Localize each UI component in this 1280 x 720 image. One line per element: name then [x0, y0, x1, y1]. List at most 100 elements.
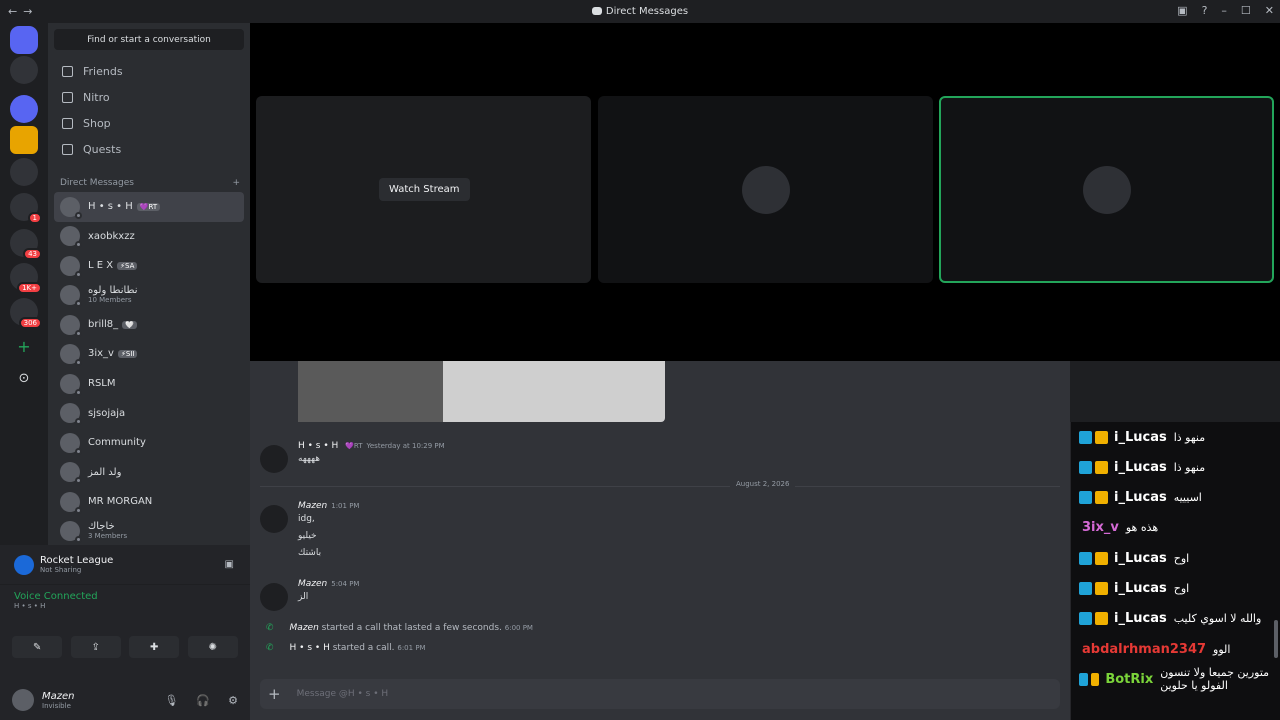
scrollbar[interactable] — [1274, 620, 1278, 658]
attachment-image[interactable] — [298, 361, 665, 422]
user-status: Invisible — [42, 701, 71, 710]
activity-status: Not Sharing — [40, 566, 82, 574]
voice-connected-label[interactable]: Voice Connected — [14, 591, 236, 602]
inbox-icon[interactable]: ▣ — [1177, 4, 1187, 17]
crown-badge-icon — [1095, 460, 1108, 474]
server-icon[interactable]: 1 — [10, 193, 42, 224]
chat-username[interactable]: i_Lucas — [1114, 430, 1167, 445]
chat-text: هذه هو — [1125, 521, 1159, 535]
server-icon[interactable]: 43 — [10, 229, 42, 260]
server-icon[interactable] — [10, 56, 38, 84]
call-timestamp: 6:00 PM — [504, 624, 533, 632]
dm-item[interactable]: RSLM — [54, 369, 244, 399]
message-timestamp: 5:04 PM — [331, 580, 360, 588]
search-input[interactable]: Find or start a conversation — [54, 29, 244, 50]
moderator-badge-icon — [1079, 672, 1088, 686]
message-author[interactable]: Mazen — [298, 501, 327, 511]
participant-tile[interactable] — [598, 96, 933, 283]
chat-username[interactable]: abdalrhman2347 — [1082, 642, 1206, 657]
screen-share-button[interactable]: ⇪ — [70, 636, 121, 658]
chat-username[interactable]: i_Lucas — [1114, 490, 1167, 505]
message-input[interactable]: Message @H • s • H — [297, 689, 389, 699]
dm-name: sjsojaja — [88, 407, 126, 419]
server-icon[interactable]: 306 — [10, 298, 42, 329]
message-composer[interactable]: + Message @H • s • H — [260, 679, 1060, 709]
title-bar: ← → Direct Messages ▣ ? – ☐ ✕ — [0, 0, 1280, 23]
stream-chat-message: i_Lucas اسيييه — [1079, 487, 1202, 509]
soundboard-button[interactable]: ✺ — [187, 636, 238, 658]
watch-stream-button[interactable]: Watch Stream — [379, 178, 470, 201]
settings-gear-icon[interactable]: ⚙ — [228, 694, 238, 707]
chat-username[interactable]: 3ix_v — [1082, 520, 1119, 535]
headphones-icon[interactable]: 🎧 — [196, 694, 210, 707]
server-icon[interactable] — [10, 158, 38, 186]
microphone-icon[interactable]: 🎙 — [164, 694, 178, 707]
stream-tile[interactable]: Watch Stream — [256, 96, 591, 283]
server-icon[interactable]: 1K+ — [10, 263, 42, 294]
nav-shop[interactable]: Shop — [54, 110, 244, 136]
moderator-badge-icon — [1079, 491, 1092, 505]
warning-server-icon[interactable] — [10, 126, 38, 154]
discover-icon[interactable]: ⊙ — [10, 365, 38, 393]
nav-friends[interactable]: Friends — [54, 58, 244, 84]
upload-plus-icon[interactable]: + — [268, 685, 281, 703]
dm-item[interactable]: H • s • H 💜RT — [54, 192, 244, 222]
participant-tile-speaking[interactable] — [939, 96, 1274, 283]
call-author[interactable]: H • s • H — [290, 643, 330, 653]
call-author[interactable]: Mazen — [290, 623, 319, 633]
message-tag: 💜RT — [345, 442, 363, 450]
help-icon[interactable]: ? — [1202, 4, 1208, 17]
discord-home-icon[interactable] — [10, 26, 38, 54]
chat-username[interactable]: i_Lucas — [1114, 611, 1167, 626]
moderator-badge-icon — [1079, 612, 1092, 626]
discord-logo-icon — [591, 7, 602, 15]
server-icon[interactable] — [10, 95, 38, 123]
status-dot — [75, 329, 82, 337]
dm-name: Community — [88, 437, 146, 449]
avatar — [60, 403, 82, 426]
avatar[interactable] — [260, 445, 288, 473]
moderator-badge-icon — [1079, 551, 1092, 565]
participant-avatar — [741, 165, 790, 214]
avatar[interactable] — [260, 505, 288, 533]
call-event: ✆ H • s • H started a call. 6:01 PM — [266, 643, 426, 653]
dm-item[interactable]: xaobkxzz — [54, 222, 244, 252]
close-button[interactable]: ✕ — [1265, 4, 1274, 17]
message-author[interactable]: H • s • H — [298, 441, 338, 451]
dm-item[interactable]: L E X ⚡SA — [54, 251, 244, 281]
dm-item[interactable]: نطانطا ولوه 10 Members — [54, 281, 244, 311]
chat-username[interactable]: i_Lucas — [1114, 551, 1167, 566]
dm-name: brill8_ — [88, 318, 119, 330]
dm-item[interactable]: خاجاك 3 Members — [54, 517, 244, 547]
share-screen-icon[interactable]: ▣ — [225, 559, 234, 570]
crown-badge-icon — [1090, 672, 1100, 686]
minimize-button[interactable]: – — [1221, 4, 1227, 17]
phone-icon: ✆ — [266, 623, 274, 633]
nav-quests[interactable]: Quests — [54, 136, 244, 162]
create-dm-button[interactable]: + — [232, 178, 240, 188]
chat-username[interactable]: i_Lucas — [1114, 460, 1167, 475]
dm-item[interactable]: 3ix_v ⚡SII — [54, 340, 244, 370]
stream-chat-overlay: i_Lucas منهو ذا i_Lucas منهو ذا i_Lucas اسييي… — [1070, 422, 1280, 720]
dm-header: Direct Messages + — [60, 178, 240, 188]
avatar — [60, 373, 82, 396]
nav-nitro[interactable]: Nitro — [54, 84, 244, 110]
camera-button[interactable]: ✎ — [12, 636, 63, 658]
dm-item[interactable]: Community — [54, 428, 244, 458]
message-author[interactable]: Mazen — [298, 579, 327, 589]
chat-username[interactable]: BotRix — [1105, 672, 1153, 687]
activities-button[interactable]: ✚ — [129, 636, 180, 658]
chat-area: H • s • H 💜RT Yesterday at 10:29 PM ههههه… — [250, 361, 1070, 720]
avatar[interactable] — [260, 583, 288, 611]
dm-item[interactable]: MR MORGAN — [54, 487, 244, 517]
add-server-icon[interactable]: + — [10, 333, 38, 361]
avatar[interactable] — [12, 689, 34, 711]
avatar — [60, 344, 82, 367]
dm-item[interactable]: ولد المز — [54, 458, 244, 488]
maximize-button[interactable]: ☐ — [1241, 4, 1251, 17]
voice-panel: Voice Connected H • s • H — [0, 585, 250, 616]
dm-item[interactable]: sjsojaja — [54, 399, 244, 429]
chat-username[interactable]: i_Lucas — [1114, 581, 1167, 596]
message: Mazen 1:01 PM idg, خيليو باشتك — [260, 501, 1060, 562]
dm-item[interactable]: brill8_ 🤍 — [54, 310, 244, 340]
